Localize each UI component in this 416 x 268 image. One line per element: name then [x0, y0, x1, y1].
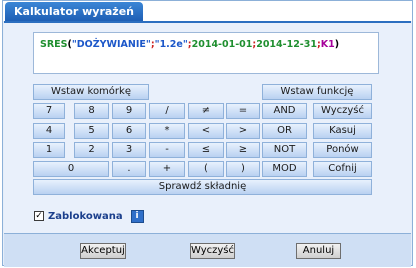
formula-string-arg: "1.2e" [154, 39, 188, 50]
key-right-paren[interactable]: ) [226, 161, 260, 177]
key-not-equal[interactable]: ≠ [188, 103, 224, 119]
key-less-than[interactable]: < [188, 123, 224, 139]
lock-row: ✓ Zablokowana i [34, 209, 144, 223]
key-less-equal[interactable]: ≤ [188, 142, 224, 158]
key-divide[interactable]: / [149, 103, 185, 119]
key-greater-than[interactable]: > [226, 123, 260, 139]
expression-calculator-dialog: Kalkulator wyrażeń SRES("DOŻYWIANIE";"1.… [2, 0, 413, 267]
key-8[interactable]: 8 [74, 103, 109, 119]
formula-date-arg: 2014-12-31 [256, 39, 317, 50]
formula-close-paren: ) [334, 39, 340, 50]
insert-function-button[interactable]: Wstaw funkcję [262, 84, 372, 100]
key-5[interactable]: 5 [74, 123, 109, 139]
formula-string-arg: "DOŻYWIANIE" [71, 39, 151, 50]
redo-button[interactable]: Ponów [313, 142, 372, 158]
undo-button[interactable]: Cofnij [313, 161, 372, 177]
key-7[interactable]: 7 [33, 103, 65, 119]
key-2[interactable]: 2 [74, 142, 109, 158]
dialog-footer: Akceptuj Wyczyść Anuluj [4, 233, 411, 267]
backspace-button[interactable]: Kasuj [313, 123, 372, 139]
title-bar: Kalkulator wyrażeń [3, 1, 412, 21]
dialog-content: SRES("DOŻYWIANIE";"1.2e";2014-01-01;2014… [4, 21, 411, 233]
insert-cell-button[interactable]: Wstaw komórkę [33, 84, 149, 100]
cancel-button[interactable]: Anuluj [296, 243, 341, 259]
check-syntax-button[interactable]: Sprawdź składnię [33, 179, 372, 195]
footer-clear-button[interactable]: Wyczyść [190, 243, 235, 259]
accept-button[interactable]: Akceptuj [80, 243, 126, 259]
key-3[interactable]: 3 [112, 142, 146, 158]
key-greater-equal[interactable]: ≥ [226, 142, 260, 158]
key-0[interactable]: 0 [33, 161, 109, 177]
key-minus[interactable]: - [149, 142, 185, 158]
key-1[interactable]: 1 [33, 142, 65, 158]
key-dot[interactable]: . [112, 161, 146, 177]
key-and[interactable]: AND [262, 103, 307, 119]
key-equal[interactable]: = [226, 103, 260, 119]
formula-editor[interactable]: SRES("DOŻYWIANIE";"1.2e";2014-01-01;2014… [33, 32, 379, 74]
lock-label: Zablokowana [48, 210, 123, 222]
key-9[interactable]: 9 [112, 103, 146, 119]
key-multiply[interactable]: * [149, 123, 185, 139]
formula-function: SRES [40, 39, 68, 50]
key-6[interactable]: 6 [112, 123, 146, 139]
key-or[interactable]: OR [262, 123, 307, 139]
clear-button[interactable]: Wyczyść [313, 103, 372, 119]
key-4[interactable]: 4 [33, 123, 65, 139]
lock-checkbox[interactable]: ✓ [34, 211, 44, 221]
key-left-paren[interactable]: ( [188, 161, 224, 177]
key-mod[interactable]: MOD [262, 161, 307, 177]
key-not[interactable]: NOT [262, 142, 307, 158]
key-plus[interactable]: + [149, 161, 185, 177]
info-icon[interactable]: i [130, 209, 144, 223]
dialog-title: Kalkulator wyrażeń [5, 2, 144, 21]
formula-date-arg: 2014-01-01 [191, 39, 253, 50]
formula-cell-ref: K1 [320, 39, 335, 50]
